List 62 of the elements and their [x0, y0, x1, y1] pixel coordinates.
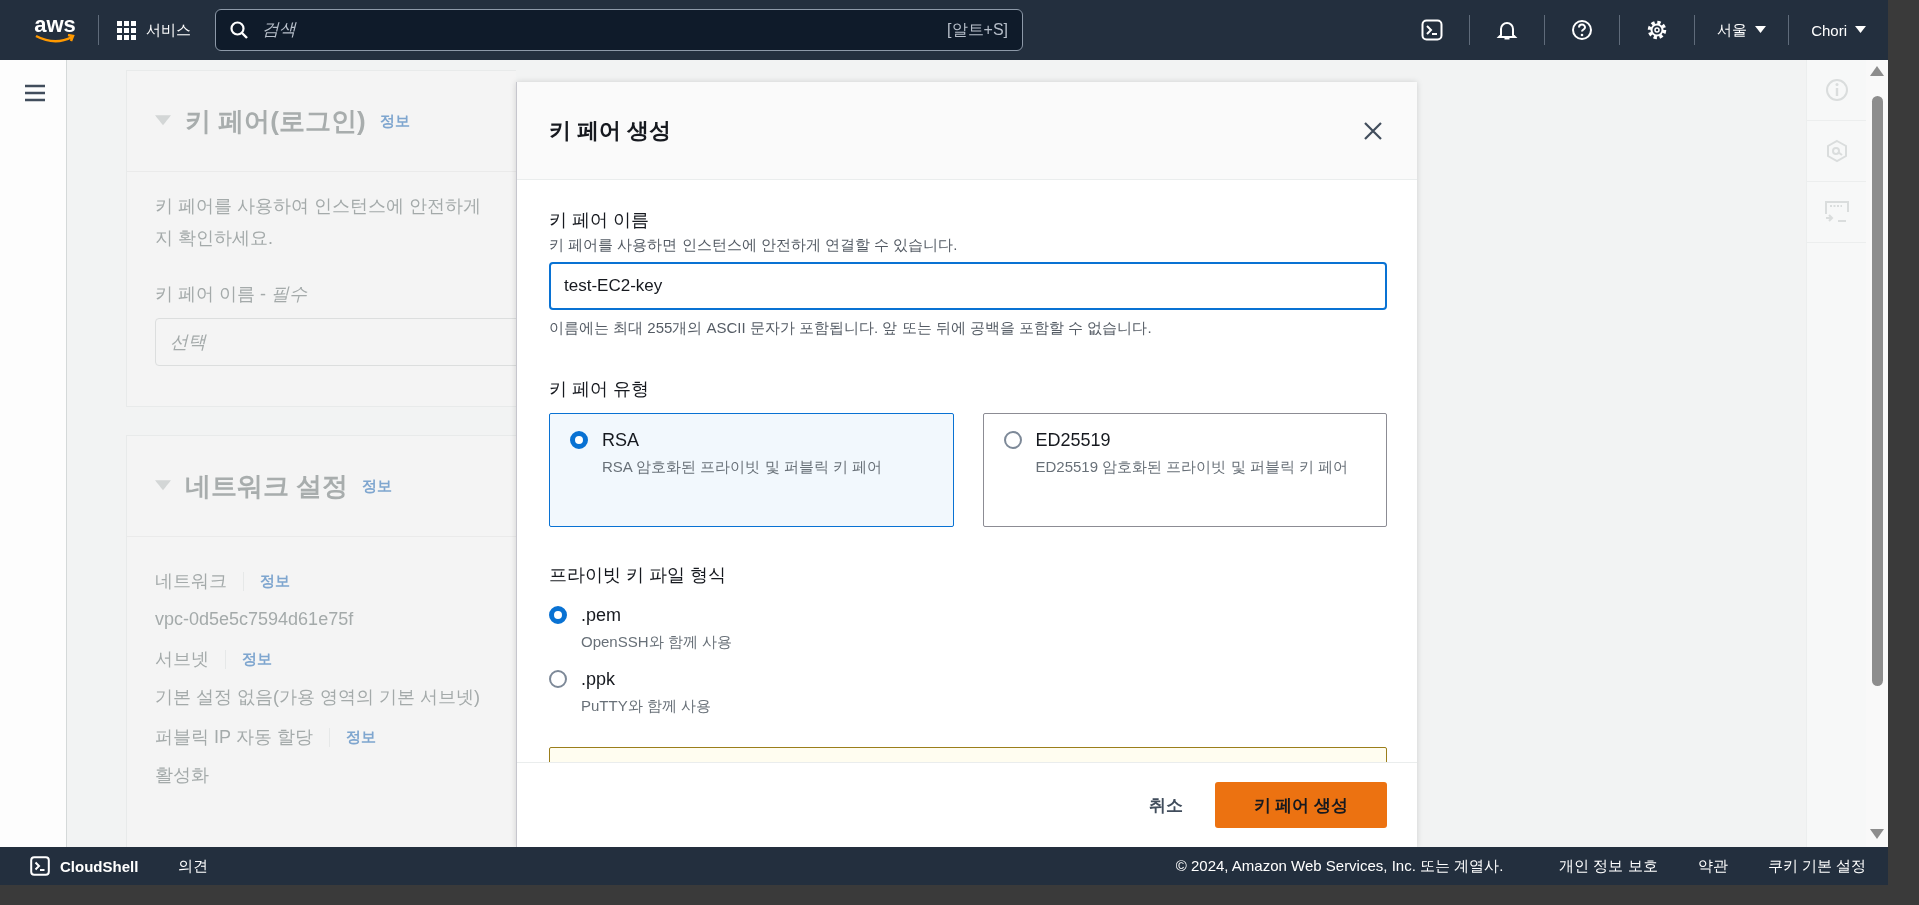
- option-label: .pem: [581, 604, 623, 627]
- scroll-up-icon[interactable]: [1870, 66, 1884, 76]
- dialog-title: 키 페어 생성: [549, 116, 672, 145]
- radio-button[interactable]: [570, 431, 588, 449]
- settings-icon[interactable]: [1646, 19, 1669, 41]
- description-text: 키 페어를 사용하여 인스턴스에 안전하게: [155, 195, 482, 218]
- shortcut-hint: [알트+S]: [947, 19, 1008, 40]
- menu-icon[interactable]: [25, 84, 45, 102]
- copyright-text: © 2024, Amazon Web Services, Inc. 또는 계열사.: [1175, 856, 1504, 876]
- field-description: 키 페어를 사용하면 인스턴스에 안전하게 연결할 수 있습니다.: [549, 235, 959, 255]
- radio-button[interactable]: [549, 606, 567, 624]
- field-value: 기본 설정 없음(가용 영역의 기본 서브넷): [155, 686, 481, 709]
- footer-link[interactable]: 약관: [1697, 856, 1728, 876]
- services-button[interactable]: 서비스: [117, 20, 191, 40]
- bell-icon[interactable]: [1496, 19, 1519, 41]
- field-label: 네트워크: [155, 570, 227, 593]
- footer-link[interactable]: 쿠키 기본 설정: [1767, 856, 1866, 876]
- field-label: 키 페어 이름: [549, 209, 650, 232]
- option-description: ED25519 암호화된 프라이빗 및 퍼블릭 키 페어: [1035, 457, 1349, 477]
- option-tile[interactable]: RSA RSA 암호화된 프라이빗 및 퍼블릭 키 페어: [549, 413, 954, 527]
- grid-icon: [117, 20, 136, 40]
- footer-link[interactable]: 개인 정보 보호: [1559, 856, 1658, 876]
- create-button[interactable]: 키 페어 생성: [1215, 782, 1387, 828]
- terminal-icon[interactable]: [1421, 19, 1444, 41]
- option-description: OpenSSH와 함께 사용: [581, 632, 732, 652]
- field-label: 키 페어 유형: [549, 378, 650, 401]
- name-input[interactable]: test-EC2-key: [549, 262, 1387, 310]
- section-title: 네트워크 설정: [185, 469, 349, 503]
- search-bar[interactable]: 검색 [알트+S]: [215, 9, 1023, 51]
- caret-icon: [1755, 26, 1767, 34]
- aws-logo[interactable]: aws: [30, 16, 80, 44]
- option-label: .ppk: [581, 668, 617, 691]
- region-dropdown[interactable]: 서울: [1695, 15, 1790, 45]
- field-hint: 이름에는 최대 255개의 ASCII 문자가 포함됩니다. 앞 또는 뒤에 공백을 포함할 수 없습니다.: [549, 318, 1153, 338]
- radio-button[interactable]: [549, 670, 567, 688]
- field-value: 활성화: [155, 764, 210, 787]
- option-description: PuTTY와 함께 사용: [581, 696, 711, 716]
- close-icon[interactable]: [1363, 120, 1383, 141]
- section-title: 키 페어(로그인): [185, 104, 366, 138]
- scroll-down-icon[interactable]: [1870, 829, 1884, 839]
- cancel-button[interactable]: 취소: [1149, 793, 1183, 817]
- option-description: RSA 암호화된 프라이빗 및 퍼블릭 키 페어: [602, 457, 883, 477]
- caret-icon: [1855, 26, 1866, 34]
- field-value: vpc-0d5e5c7594d61e75f: [155, 608, 355, 631]
- search-icon: [230, 21, 248, 39]
- field-label: 프라이빗 키 파일 형식: [549, 564, 727, 587]
- field-label: 키 페어 이름 - 필수: [155, 283, 308, 306]
- field-label: 서브넷: [155, 648, 209, 671]
- terminal-icon: [30, 856, 50, 876]
- option-label: RSA: [602, 429, 640, 452]
- smile-icon: [34, 34, 76, 44]
- description-text: 지 확인하세요.: [155, 227, 274, 250]
- cloudshell-button[interactable]: CloudShell: [30, 856, 139, 876]
- option-label: ED25519: [1035, 429, 1112, 452]
- radio-button[interactable]: [1003, 431, 1022, 449]
- help-icon[interactable]: [1571, 19, 1594, 41]
- account-dropdown[interactable]: Chori: [1789, 15, 1888, 45]
- field-label: 퍼블릭 IP 자동 할당: [155, 726, 313, 749]
- scrollbar[interactable]: [1866, 60, 1888, 847]
- feedback-link[interactable]: 의견: [178, 856, 209, 876]
- option-tile[interactable]: ED25519 ED25519 암호화된 프라이빗 및 퍼블릭 키 페어: [982, 413, 1387, 527]
- search-input[interactable]: 검색: [260, 19, 936, 41]
